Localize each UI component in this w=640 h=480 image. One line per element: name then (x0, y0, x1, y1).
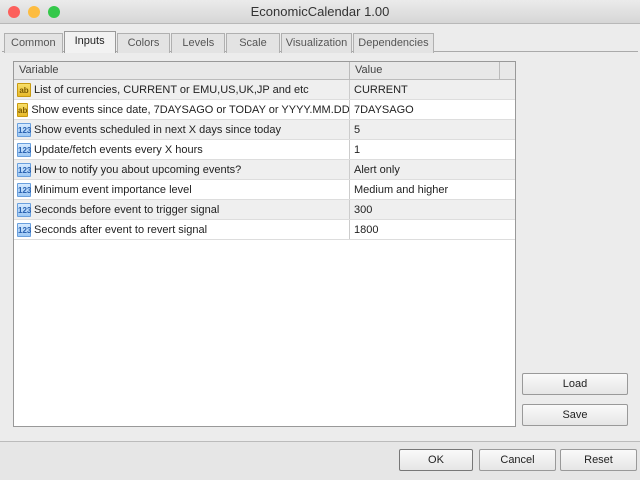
tab-common[interactable]: Common (4, 33, 63, 53)
window-title: EconomicCalendar 1.00 (250, 4, 390, 19)
close-window-button[interactable] (8, 6, 20, 18)
variable-name: Update/fetch events every X hours (34, 143, 203, 156)
variable-name: Minimum event importance level (34, 183, 192, 196)
number-type-icon: 123 (17, 122, 31, 137)
number-type-icon: 123 (17, 162, 31, 177)
variable-cell: 123 How to notify you about upcoming eve… (14, 160, 350, 179)
variable-cell: 123 Seconds after event to revert signal (14, 220, 350, 239)
variable-cell: 123 Show events scheduled in next X days… (14, 120, 350, 139)
value-cell[interactable]: 5 (350, 120, 500, 139)
number-type-icon: 123 (17, 142, 31, 157)
table-row[interactable]: 123 Update/fetch events every X hours 1 (14, 140, 515, 160)
load-button[interactable]: Load (522, 373, 628, 395)
number-type-icon: 123 (17, 182, 31, 197)
string-type-icon: ab (17, 82, 31, 97)
cancel-button[interactable]: Cancel (479, 449, 556, 471)
table-row[interactable]: ab List of currencies, CURRENT or EMU,US… (14, 80, 515, 100)
tab-scale[interactable]: Scale (226, 33, 280, 53)
table-row[interactable]: 123 Show events scheduled in next X days… (14, 120, 515, 140)
tab-inputs[interactable]: Inputs (63, 31, 116, 53)
value-cell[interactable]: Alert only (350, 160, 500, 179)
variable-cell: ab Show events since date, 7DAYSAGO or T… (14, 100, 350, 119)
value-cell[interactable]: 300 (350, 200, 500, 219)
column-header-value[interactable]: Value (350, 62, 500, 79)
variable-name: List of currencies, CURRENT or EMU,US,UK… (34, 83, 309, 96)
table-row[interactable]: 123 How to notify you about upcoming eve… (14, 160, 515, 180)
variable-name: Show events scheduled in next X days sin… (34, 123, 282, 136)
ok-button[interactable]: OK (399, 449, 473, 471)
variable-cell: ab List of currencies, CURRENT or EMU,US… (14, 80, 350, 99)
tab-colors[interactable]: Colors (116, 33, 171, 53)
variable-cell: 123 Update/fetch events every X hours (14, 140, 350, 159)
value-cell[interactable]: CURRENT (350, 80, 500, 99)
value-cell[interactable]: 7DAYSAGO (350, 100, 500, 119)
value-cell[interactable]: 1800 (350, 220, 500, 239)
title-bar: EconomicCalendar 1.00 (0, 0, 640, 24)
column-header-variable[interactable]: Variable (14, 62, 350, 79)
variable-cell: 123 Seconds before event to trigger sign… (14, 200, 350, 219)
tab-bar: Common Inputs Colors Levels Scale Visual… (4, 31, 435, 53)
variable-name: How to notify you about upcoming events? (34, 163, 242, 176)
minimize-window-button[interactable] (28, 6, 40, 18)
dialog-footer: OK Cancel Reset (0, 441, 640, 480)
variable-name: Seconds after event to revert signal (34, 223, 208, 236)
variable-name: Seconds before event to trigger signal (34, 203, 220, 216)
table-row[interactable]: 123 Seconds after event to revert signal… (14, 220, 515, 240)
tab-dependencies[interactable]: Dependencies (353, 33, 434, 53)
variable-name: Show events since date, 7DAYSAGO or TODA… (31, 103, 350, 116)
tab-levels[interactable]: Levels (171, 33, 226, 53)
table-header: Variable Value (14, 62, 515, 80)
variable-cell: 123 Minimum event importance level (14, 180, 350, 199)
value-cell[interactable]: 1 (350, 140, 500, 159)
table-row[interactable]: 123 Seconds before event to trigger sign… (14, 200, 515, 220)
zoom-window-button[interactable] (48, 6, 60, 18)
value-cell[interactable]: Medium and higher (350, 180, 500, 199)
number-type-icon: 123 (17, 202, 31, 217)
number-type-icon: 123 (17, 222, 31, 237)
tab-visualization[interactable]: Visualization (280, 33, 353, 53)
reset-button[interactable]: Reset (560, 449, 637, 471)
table-row[interactable]: 123 Minimum event importance level Mediu… (14, 180, 515, 200)
table-row[interactable]: ab Show events since date, 7DAYSAGO or T… (14, 100, 515, 120)
string-type-icon: ab (17, 102, 29, 117)
inputs-table: Variable Value ab List of currencies, CU… (13, 61, 516, 427)
save-button[interactable]: Save (522, 404, 628, 426)
